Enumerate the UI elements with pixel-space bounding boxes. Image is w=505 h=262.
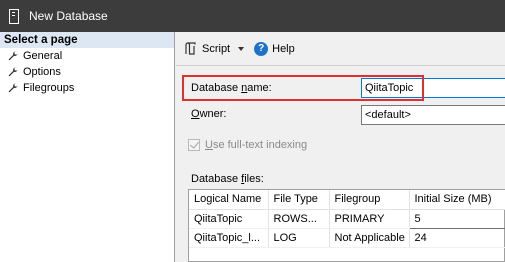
- wrench-icon: [8, 51, 18, 61]
- owner-label: Owner:: [191, 108, 227, 120]
- logical-name-cell[interactable]: QiitaTopic: [189, 209, 269, 229]
- sidebar-item-filegroups[interactable]: Filegroups: [0, 80, 174, 96]
- sidebar-item-options[interactable]: Options: [0, 64, 174, 80]
- column-header-logical-name[interactable]: Logical Name: [189, 190, 269, 210]
- table-row[interactable]: QiitaTopic_l... LOG Not Applicable 24: [189, 228, 505, 248]
- chevron-down-icon[interactable]: [238, 46, 245, 51]
- general-page-content: Script ? Help Database name: QiitaTopic …: [176, 32, 505, 262]
- initial-size-cell[interactable]: 24: [409, 228, 505, 248]
- help-label: Help: [272, 42, 295, 55]
- window-title: New Database: [29, 9, 108, 23]
- file-type-cell[interactable]: LOG: [268, 228, 330, 248]
- toolbar-divider: [176, 65, 505, 66]
- column-header-initial-size[interactable]: Initial Size (MB): [409, 190, 505, 210]
- fulltext-checkbox[interactable]: [188, 139, 200, 151]
- sidebar-item-label: General: [23, 50, 63, 62]
- file-type-cell[interactable]: ROWS...: [268, 209, 330, 229]
- wrench-icon: [8, 83, 18, 93]
- database-files-grid[interactable]: Logical Name File Type Filegroup Initial…: [188, 189, 505, 262]
- database-app-icon: [9, 8, 19, 24]
- sidebar-item-general[interactable]: General: [0, 48, 174, 64]
- logical-name-cell[interactable]: QiitaTopic_l...: [189, 228, 269, 248]
- database-name-label: Database name:: [191, 82, 272, 94]
- sidebar-item-label: Filegroups: [23, 82, 75, 94]
- column-header-filegroup[interactable]: Filegroup: [329, 190, 410, 210]
- script-icon: [184, 42, 197, 55]
- fulltext-label: Use full-text indexing: [205, 139, 308, 151]
- select-page-header: Select a page: [0, 32, 174, 48]
- wrench-icon: [8, 67, 18, 77]
- grid-header-row: Logical Name File Type Filegroup Initial…: [189, 190, 505, 210]
- column-header-file-type[interactable]: File Type: [268, 190, 330, 210]
- help-icon: ?: [254, 41, 269, 56]
- script-label: Script: [202, 42, 231, 55]
- sidebar-item-label: Options: [23, 66, 61, 78]
- database-name-row: Database name: QiitaTopic: [176, 78, 505, 98]
- fulltext-checkbox-row: Use full-text indexing: [188, 139, 307, 151]
- filegroup-cell[interactable]: Not Applicable: [329, 228, 410, 248]
- script-button[interactable]: Script: [184, 42, 245, 55]
- table-row[interactable]: QiitaTopic ROWS... PRIMARY 5: [189, 208, 505, 229]
- page-selector-panel: Select a page General Options Filegroups: [0, 32, 175, 262]
- initial-size-cell[interactable]: 5: [408, 208, 505, 229]
- help-button[interactable]: ? Help: [254, 41, 295, 56]
- owner-input[interactable]: <default>: [361, 105, 505, 125]
- owner-row: Owner: <default>: [176, 105, 505, 125]
- toolbar: Script ? Help: [176, 32, 505, 65]
- database-files-label: Database files:: [191, 173, 264, 185]
- filegroup-cell[interactable]: PRIMARY: [329, 209, 410, 229]
- database-name-input[interactable]: QiitaTopic: [361, 78, 505, 98]
- title-bar: New Database: [0, 0, 505, 32]
